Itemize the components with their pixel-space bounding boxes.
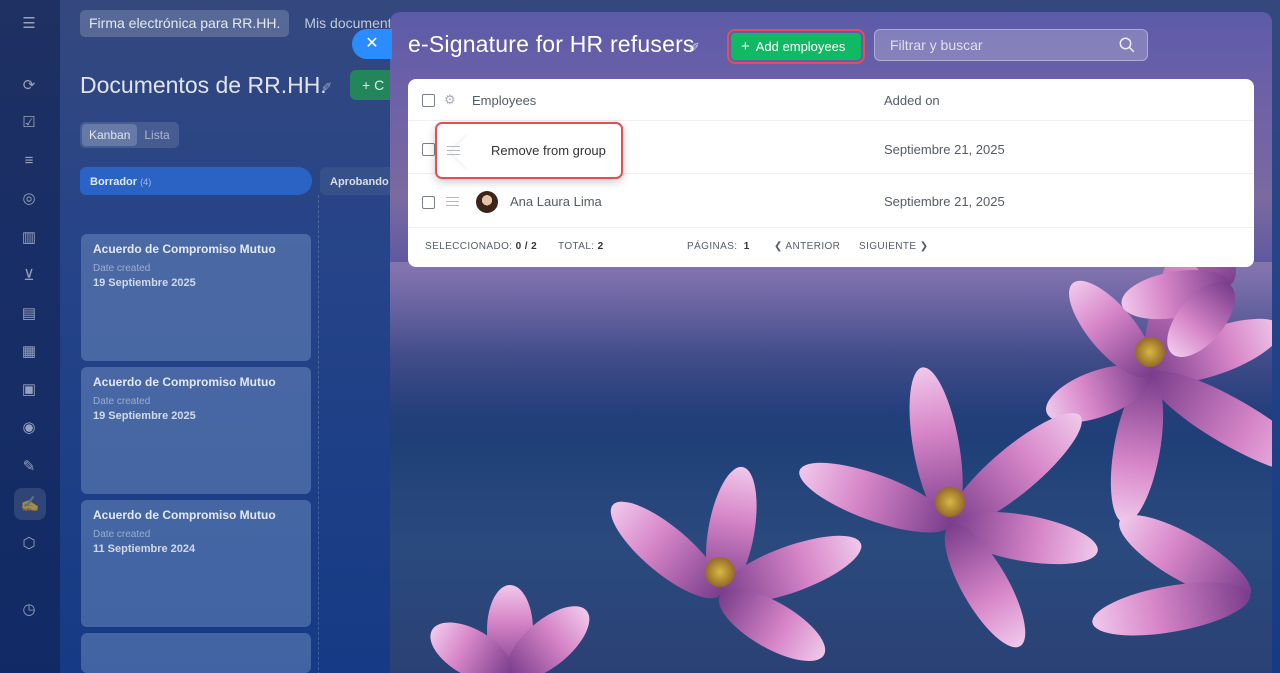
add-employees-label: Add employees [755,39,846,54]
card-title: Acuerdo de Compromiso Mutuo [93,375,276,389]
total-label: TOTAL: [558,241,595,252]
feed-icon[interactable]: ⟳ [18,74,40,96]
card-title: Acuerdo de Compromiso Mutuo [93,242,276,256]
search-icon[interactable] [1119,37,1135,53]
left-sidebar: ☰ ⟳ ☑ ≡ ◎ ▥ ⊻ ▤ ▦ ▣ ◉ ✎ ✍ ⬡ ◷ [0,0,60,673]
avatar [476,191,498,213]
building-icon[interactable]: ▣ [18,378,40,400]
chevron-left-icon: ❮ [774,241,783,252]
column-header-aprobando[interactable]: Aprobando [320,167,400,195]
clock-icon[interactable]: ◷ [18,598,40,620]
column-name: Borrador [90,176,138,188]
tab-firma[interactable]: Firma electrónica para RR.HH. [80,10,290,37]
chevron-right-icon: ❯ [919,241,929,252]
select-all-checkbox[interactable] [422,94,435,107]
card-date: 19 Septiembre 2025 [93,277,196,289]
card-date-label: Date created [93,396,151,407]
kanban-card[interactable]: Acuerdo de Compromiso Mutuo Date created… [81,367,311,494]
search-input[interactable] [875,30,1115,60]
employee-name[interactable]: Ana Laura Lima [510,194,602,209]
pages-label: PÁGINAS: [687,241,738,252]
pin-icon[interactable]: ✐ [689,40,700,56]
calendar-icon[interactable]: ▦ [18,340,40,362]
row-added-on: Septiembre 21, 2025 [884,142,1005,157]
view-lista[interactable]: Lista [137,124,176,146]
chart-icon[interactable]: ▥ [18,226,40,248]
box-icon[interactable]: ⬡ [18,532,40,554]
column-divider [318,195,319,673]
signature-doc-icon[interactable]: ✍ [14,488,46,520]
mail-icon[interactable]: ▤ [18,302,40,324]
target-icon[interactable]: ◉ [18,416,40,438]
drag-handle-icon[interactable] [447,143,460,158]
settings-gear-icon[interactable]: ⚙ [444,92,456,108]
kanban-card[interactable]: Acuerdo de Compromiso Mutuo Date created… [81,234,311,361]
background-pin-icon[interactable]: ✐ [322,80,332,94]
row-checkbox[interactable] [422,196,435,209]
pages-value: 1 [743,241,750,252]
robot-icon[interactable]: ◎ [18,187,40,209]
footer-pages: PÁGINAS: 1 [687,241,750,252]
view-kanban[interactable]: Kanban [82,124,138,146]
next-label: SIGUIENTE [859,241,917,252]
row-added-on: Septiembre 21, 2025 [884,194,1005,209]
employees-table: ⚙ Employees Added on Septiembre 21, 2025… [408,79,1254,267]
column-header-borrador[interactable]: Borrador (4) [80,167,312,195]
kanban-card[interactable] [81,633,311,673]
group-panel: e-Signature for HR refusers ✐ + Add emplo… [390,12,1272,673]
menu-icon[interactable]: ☰ [18,12,40,34]
footer-selected: SELECCIONADO: 0 / 2 [425,241,537,252]
card-date: 19 Septiembre 2025 [93,410,196,422]
row-context-menu: Remove from group [435,122,623,179]
filter-icon[interactable]: ≡ [18,149,40,171]
next-page-link[interactable]: SIGUIENTE ❯ [859,241,928,252]
tasks-icon[interactable]: ☑ [18,111,40,133]
close-icon: ✕ [365,35,379,52]
close-panel-button[interactable]: ✕ [352,29,392,59]
add-employees-button[interactable]: + Add employees [727,29,865,64]
header-employees[interactable]: Employees [472,93,536,108]
cart-icon[interactable]: ⊻ [18,264,40,286]
card-date-label: Date created [93,263,151,274]
card-date-label: Date created [93,529,151,540]
total-value: 2 [597,241,604,252]
selected-label: SELECCIONADO: [425,241,513,252]
panel-title: e-Signature for HR refusers [408,31,695,57]
card-date: 11 Septiembre 2024 [93,543,196,555]
column-count: (4) [140,177,152,187]
background-page-title: Documentos de RR.HH. [80,72,327,98]
remove-from-group-item[interactable]: Remove from group [491,143,606,158]
selected-value: 0 / 2 [515,241,538,252]
drag-handle-icon[interactable] [446,194,459,209]
table-header-row: ⚙ Employees Added on [408,79,1254,121]
footer-total: TOTAL: 2 [558,241,604,252]
table-row[interactable]: Ana Laura Lima Septiembre 21, 2025 [408,174,1254,228]
view-switcher: Kanban Lista [80,122,179,148]
pen-icon[interactable]: ✎ [18,455,40,477]
prev-page-link[interactable]: ❮ ANTERIOR [774,241,840,252]
kanban-card[interactable]: Acuerdo de Compromiso Mutuo Date created… [81,500,311,627]
search-box [874,29,1148,61]
header-added-on[interactable]: Added on [884,93,940,108]
prev-label: ANTERIOR [785,241,841,252]
plus-icon: + [741,38,750,55]
row-checkbox[interactable] [422,143,435,156]
card-title: Acuerdo de Compromiso Mutuo [93,508,276,522]
